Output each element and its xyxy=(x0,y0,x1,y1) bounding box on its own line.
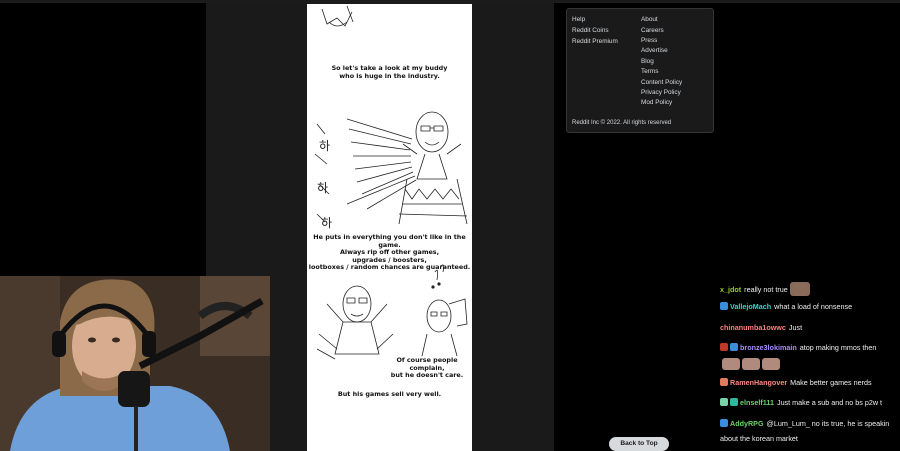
reddit-footer: Help Reddit Coins Reddit Premium About C… xyxy=(566,8,714,133)
chat-message: x_jdot really not true xyxy=(720,282,810,296)
chat-text: what a load of nonsense xyxy=(774,302,853,311)
comic-sfx-1: 하 xyxy=(319,139,331,153)
chat-message: chinanumba1owwc Just xyxy=(720,323,802,332)
chat-text: atop making mmos then xyxy=(799,343,877,352)
footer-link-terms[interactable]: Terms xyxy=(641,68,658,75)
emote-icon xyxy=(722,358,740,370)
badge-icon xyxy=(730,343,738,351)
stream-chat: x_jdot really not true VallejoMach what a … xyxy=(717,278,900,451)
badge-icon xyxy=(720,343,728,351)
comic-caption-1: So let's take a look at my buddy who is … xyxy=(331,64,448,80)
footer-link-reddit-premium[interactable]: Reddit Premium xyxy=(572,38,618,45)
chat-message-continuation: about the korean market xyxy=(720,434,798,443)
chat-text: Just xyxy=(788,323,803,332)
emote-row xyxy=(720,353,780,371)
streamer-video xyxy=(0,276,270,451)
chat-text: Just make a sub and no bs p2w t xyxy=(776,398,883,407)
chat-message: VallejoMach what a load of nonsense xyxy=(720,302,852,311)
chat-username[interactable]: bronze3lokimain xyxy=(740,343,797,352)
chat-message: elnself111 Just make a sub and no bs p2w … xyxy=(720,398,882,407)
footer-link-careers[interactable]: Careers xyxy=(641,27,664,34)
badge-icon xyxy=(730,398,738,406)
emote-icon xyxy=(742,358,760,370)
chat-username[interactable]: RamenHangover xyxy=(730,378,787,387)
back-to-top-button[interactable]: Back to Top xyxy=(609,437,669,451)
footer-link-blog[interactable]: Blog xyxy=(641,58,654,65)
comic-image: So let's take a look at my buddy who is … xyxy=(307,4,472,451)
comic-caption-3: Of course people complain, but he doesn'… xyxy=(390,356,464,380)
emote-icon xyxy=(762,358,780,370)
chat-message: bronze3lokimain atop making mmos then xyxy=(720,343,876,352)
footer-link-privacy-policy[interactable]: Privacy Policy xyxy=(641,89,681,96)
badge-icon xyxy=(720,398,728,406)
comic-caption-4: But his games sell very well. xyxy=(337,390,442,398)
badge-icon xyxy=(720,419,728,427)
chat-text: Make better games nerds xyxy=(790,378,872,387)
emote-icon xyxy=(789,282,810,296)
chat-username[interactable]: elnself111 xyxy=(740,398,774,407)
footer-copyright: Reddit Inc © 2022. All rights reserved xyxy=(572,120,672,126)
webcam-overlay xyxy=(0,276,270,451)
chat-message: AddyRPG @Lum_Lum_ no its true, he is spea… xyxy=(720,419,889,428)
chat-message: RamenHangover Make better games nerds xyxy=(720,378,872,387)
chat-username[interactable]: chinanumba1owwc xyxy=(720,323,786,332)
comic-caption-2: He puts in everything you don't like in … xyxy=(308,233,471,272)
comic-sfx-2: 하 xyxy=(317,181,329,195)
footer-link-mod-policy[interactable]: Mod Policy xyxy=(641,99,672,106)
badge-icon xyxy=(720,378,728,386)
footer-link-help[interactable]: Help xyxy=(572,16,585,23)
chat-text: @Lum_Lum_ no its true, he is speakin xyxy=(766,419,890,428)
badge-icon xyxy=(720,302,728,310)
footer-link-advertise[interactable]: Advertise xyxy=(641,47,668,54)
chat-username[interactable]: x_jdot xyxy=(720,285,741,294)
comic-sfx-3: 하 xyxy=(321,216,333,230)
footer-link-press[interactable]: Press xyxy=(641,37,657,44)
chat-username[interactable]: VallejoMach xyxy=(730,302,771,311)
chat-username[interactable]: AddyRPG xyxy=(730,419,764,428)
footer-link-content-policy[interactable]: Content Policy xyxy=(641,79,682,86)
footer-link-reddit-coins[interactable]: Reddit Coins xyxy=(572,27,609,34)
chat-text: really not true xyxy=(744,285,788,294)
footer-link-about[interactable]: About xyxy=(641,16,658,23)
